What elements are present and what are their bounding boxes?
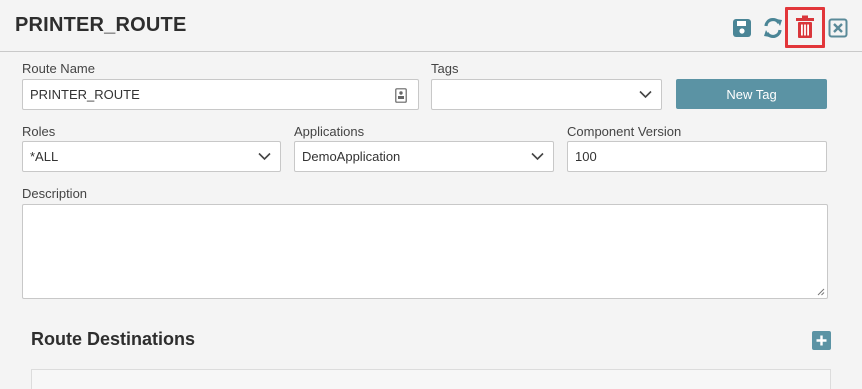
save-icon: [733, 19, 751, 37]
component-version-label: Component Version: [567, 124, 682, 139]
new-tag-button[interactable]: New Tag: [676, 79, 827, 109]
component-version-field[interactable]: 100: [567, 141, 827, 172]
chevron-down-icon: [639, 90, 652, 98]
roles-label: Roles: [22, 124, 56, 139]
roles-value: *ALL: [30, 149, 59, 164]
contact-card-icon: [395, 88, 407, 103]
description-label: Description: [22, 186, 88, 201]
delete-button[interactable]: [793, 15, 817, 39]
component-version-value: 100: [575, 149, 597, 164]
close-button[interactable]: [826, 16, 850, 40]
route-name-label: Route Name: [22, 61, 95, 76]
route-destinations-title: Route Destinations: [31, 329, 196, 349]
description-textarea[interactable]: [22, 204, 828, 299]
applications-select[interactable]: DemoApplication: [294, 141, 554, 172]
route-destinations-panel: [31, 369, 831, 389]
applications-label: Applications: [294, 124, 365, 139]
roles-select[interactable]: *ALL: [22, 141, 281, 172]
route-name-value: PRINTER_ROUTE: [30, 87, 140, 102]
chevron-down-icon: [531, 152, 544, 160]
trash-icon: [796, 15, 814, 38]
plus-icon: [816, 335, 827, 346]
chevron-down-icon: [258, 152, 271, 160]
save-button[interactable]: [730, 16, 754, 40]
route-name-field[interactable]: PRINTER_ROUTE: [22, 79, 419, 110]
tags-select[interactable]: [431, 79, 662, 110]
refresh-button[interactable]: [761, 16, 785, 40]
page-title: PRINTER_ROUTE: [15, 14, 187, 36]
applications-value: DemoApplication: [302, 149, 401, 164]
refresh-icon: [764, 17, 782, 39]
tags-label: Tags: [431, 61, 459, 76]
page-header: PRINTER_ROUTE: [0, 0, 862, 52]
add-destination-button[interactable]: [812, 331, 831, 350]
resize-handle-icon[interactable]: [817, 288, 825, 296]
close-icon: [828, 18, 848, 38]
